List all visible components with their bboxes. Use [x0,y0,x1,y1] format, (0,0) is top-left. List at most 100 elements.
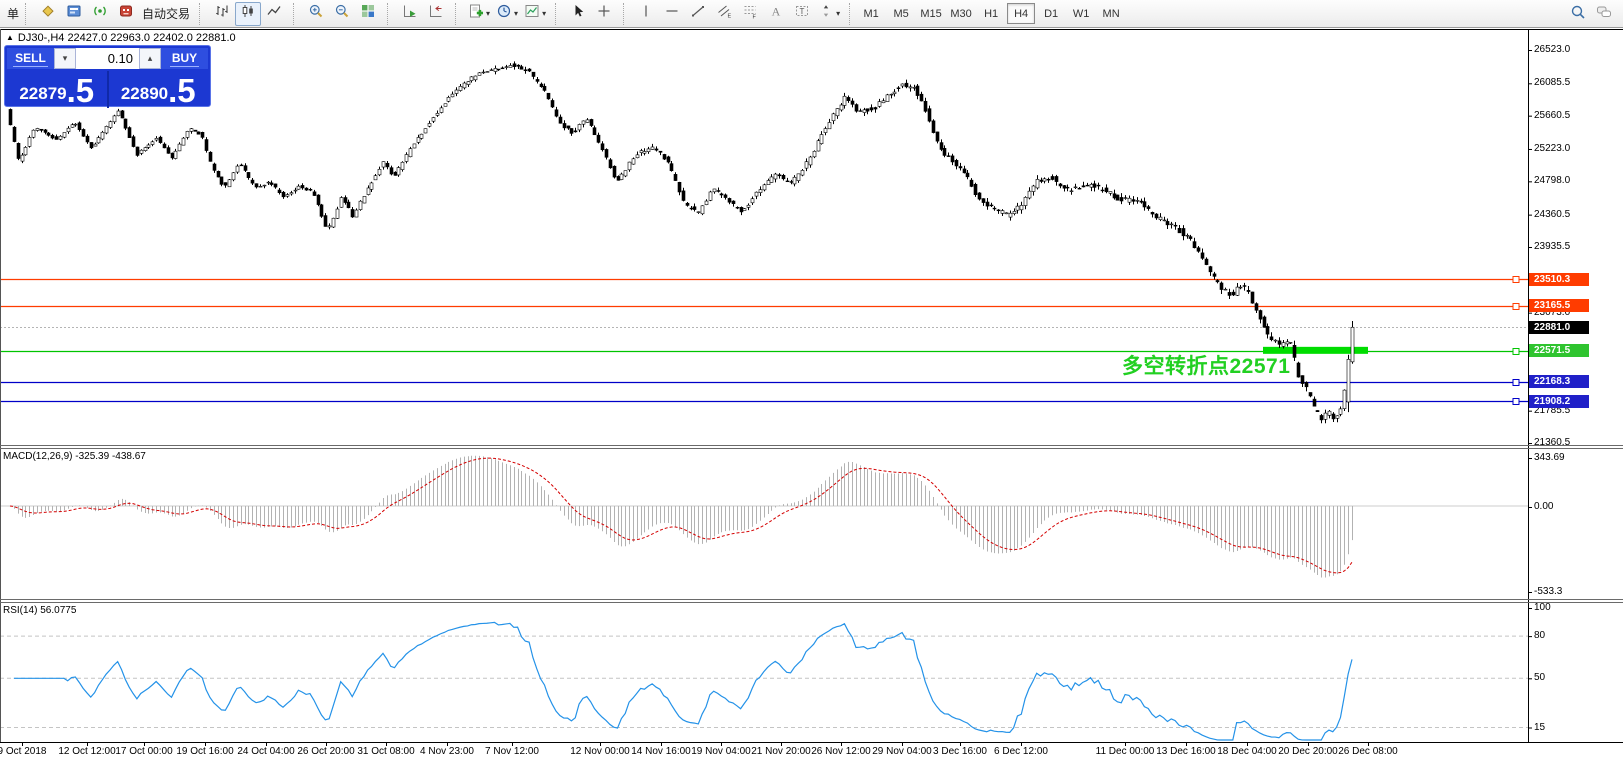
toolbar-separator [293,2,297,25]
zoom-out-icon [334,3,350,24]
volume-decrease-button[interactable]: ▾ [54,48,76,69]
toolbar-zoom-in-button[interactable] [303,2,329,26]
price-axis-tick-label: 25223.0 [1534,142,1571,154]
timeframe-M1-button[interactable]: M1 [857,3,885,24]
toolbar-tile-windows-button[interactable] [355,2,381,26]
timeframe-M15-button[interactable]: M15 [917,3,945,24]
toolbar-auto-scroll-button[interactable] [397,2,423,26]
caret-down-icon: ▾ [836,9,841,18]
search-icon [1570,4,1586,25]
time-axis-label: 12 Nov 00:00 [570,746,630,757]
time-axis-label: 18 Dec 04:00 [1217,746,1277,757]
sell-price[interactable]: 22879.5 [7,71,107,108]
time-axis-label: 12 Oct 12:00 [58,746,116,757]
toolbar-separator [455,2,459,25]
pivot-annotation-text[interactable]: 多空转折点22571 [1122,350,1290,380]
price-axis-tick-label: 21360.5 [1534,437,1571,449]
svg-text:A: A [772,5,781,19]
toolbar-zoom-out-button[interactable] [329,2,355,26]
time-axis-label: 3 Dec 16:00 [933,746,987,757]
time-axis-label: 17 Oct 00:00 [115,746,173,757]
volume-input[interactable]: 0.10 [76,48,139,69]
price-axis-tick-label: 25660.5 [1534,109,1571,121]
toolbar-candles-chart-button[interactable] [235,1,262,26]
toolbar-cursor-button[interactable] [565,2,591,26]
toolbar-separator [199,2,203,25]
time-axis-label: 31 Oct 08:00 [357,746,415,757]
caret-up-icon: ▴ [147,53,153,63]
toolbar-group-trade: 自动交易 [32,0,196,27]
title-triangle-icon: ▲ [6,33,14,42]
autotrading-label[interactable]: 自动交易 [139,5,193,22]
timeframe-D1-button[interactable]: D1 [1037,3,1065,24]
time-axis-label: 19 Nov 04:00 [691,746,751,757]
toolbar-text-button[interactable]: A [763,2,789,26]
toolbar-partial-label[interactable]: 单 [4,5,22,22]
rsi-indicator-label: RSI(14) 56.0775 [3,605,77,616]
chart-plot-area[interactable] [0,0,1623,769]
resistance-line-1-handle[interactable] [1512,276,1520,283]
toolbar-separator [555,2,559,25]
equidistant-channel-icon: E [716,3,732,24]
time-axis-label: 13 Dec 16:00 [1156,746,1216,757]
toolbar-separator [25,2,29,25]
toolbar-fibonacci-button[interactable]: F [737,2,763,26]
time-axis-label: 24 Oct 04:00 [237,746,295,757]
toolbar-new-order-button[interactable] [35,2,61,26]
buy-price[interactable]: 22890.5 [106,71,209,108]
toolbar-arrows-tool-button[interactable]: ▾ [815,2,843,26]
toolbar-separator [623,2,627,25]
toolbar-trendline-button[interactable] [685,2,711,26]
volume-increase-button[interactable]: ▴ [139,48,161,69]
toolbar-group-scroll [394,0,452,27]
rsi-axis-tick-label: 100 [1534,602,1551,613]
toolbar-horizontal-line-button[interactable] [659,2,685,26]
toolbar-indicators-button[interactable]: ▾ [465,2,493,26]
toolbar-equidistant-channel-button[interactable]: E [711,2,737,26]
time-axis-label: 26 Oct 20:00 [297,746,355,757]
candles-chart-icon [240,3,256,24]
indicators-icon [468,3,484,24]
toolbar-vertical-line-button[interactable] [633,2,659,26]
autotrading-icon [118,3,134,24]
toolbar-crosshair-button[interactable] [591,2,617,26]
toolbar-periods-button[interactable]: ▾ [493,2,521,26]
time-axis-label: 6 Dec 12:00 [994,746,1048,757]
pivot-line-tag: 22571.5 [1529,344,1589,358]
time-axis-label: 20 Dec 20:00 [1278,746,1338,757]
toolbar-autotrading-button[interactable] [113,2,139,26]
timeframe-H4-button[interactable]: H4 [1007,3,1036,24]
toolbar-signal-button[interactable] [87,2,113,26]
support-line-2-handle[interactable] [1512,398,1520,405]
toolbar-search-button[interactable] [1565,2,1591,26]
timeframe-M30-button[interactable]: M30 [947,3,975,24]
sell-button[interactable]: SELL [7,48,54,69]
toolbar-templates-button[interactable]: ▾ [521,2,549,26]
toolbar-group-insert: ▾ ▾ ▾ [462,0,552,27]
text-label-icon: T [794,3,810,24]
time-axis-label: 21 Nov 20:00 [751,746,811,757]
support-line-1-handle[interactable] [1512,379,1520,386]
bars-chart-icon [214,3,230,24]
resistance-line-1-tag: 23510.3 [1529,272,1589,286]
resistance-line-2-handle[interactable] [1512,303,1520,310]
svg-text:E: E [728,14,732,20]
pivot-line-handle[interactable] [1512,348,1520,355]
time-axis-label: 14 Nov 16:00 [631,746,691,757]
toolbar-line-chart-button[interactable] [261,2,287,26]
timeframe-W1-button[interactable]: W1 [1067,3,1095,24]
toolbar-chat-button[interactable] [1591,2,1617,26]
toolbar-group-draw: E F A T ▾ [630,0,846,27]
macd-axis-tick-label: -533.3 [1534,586,1563,597]
buy-button[interactable]: BUY [161,48,208,69]
timeframe-H1-button[interactable]: H1 [977,3,1005,24]
timeframe-MN-button[interactable]: MN [1097,3,1125,24]
text-icon: A [768,3,784,24]
signal-icon [92,3,108,24]
rsi-axis-tick-label: 15 [1534,721,1546,733]
toolbar-text-label-button[interactable]: T [789,2,815,26]
toolbar-bars-chart-button[interactable] [209,2,235,26]
timeframe-M5-button[interactable]: M5 [887,3,915,24]
toolbar-chart-shift-button[interactable] [423,2,449,26]
toolbar-chart-profiles-button[interactable] [61,2,87,26]
